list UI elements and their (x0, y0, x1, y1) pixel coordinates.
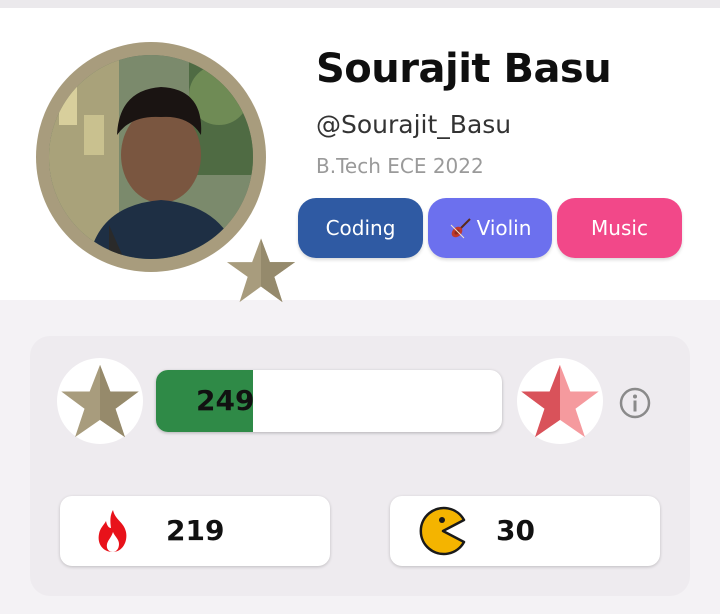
profile-subtitle: B.Tech ECE 2022 (316, 154, 484, 178)
stats-card: 249 219 30 (30, 336, 690, 596)
current-rank-badge (57, 358, 143, 444)
interest-chip-label: Coding (325, 216, 396, 240)
next-rank-star-icon (521, 364, 599, 438)
games-value: 30 (496, 514, 535, 547)
profile-name: Sourajit Basu (316, 46, 612, 92)
profile-handle: @Sourajit_Basu (316, 110, 512, 139)
streak-stat: 219 (60, 496, 330, 566)
avatar[interactable] (36, 42, 296, 303)
interest-chip-violin[interactable]: Violin (428, 198, 552, 258)
violin-icon (450, 218, 471, 239)
interest-chip-music[interactable]: Music (557, 198, 682, 258)
info-icon[interactable] (618, 386, 652, 420)
profile-card: Sourajit Basu @Sourajit_Basu B.Tech ECE … (0, 8, 720, 303)
next-rank-badge (517, 358, 603, 444)
rank-star-icon (226, 238, 296, 303)
top-divider (0, 0, 720, 8)
streak-value: 219 (166, 514, 225, 547)
fire-icon (98, 510, 127, 552)
points-progress-bar: 249 (156, 370, 502, 432)
pacman-icon (419, 506, 466, 556)
progress-value: 249 (196, 384, 255, 417)
avatar-photo (49, 55, 253, 259)
current-rank-star-icon (61, 364, 139, 438)
interest-chip-label: Violin (476, 216, 532, 240)
interest-chip-label: Music (591, 216, 648, 240)
interest-chip-coding[interactable]: Coding (298, 198, 423, 258)
games-stat: 30 (390, 496, 660, 566)
